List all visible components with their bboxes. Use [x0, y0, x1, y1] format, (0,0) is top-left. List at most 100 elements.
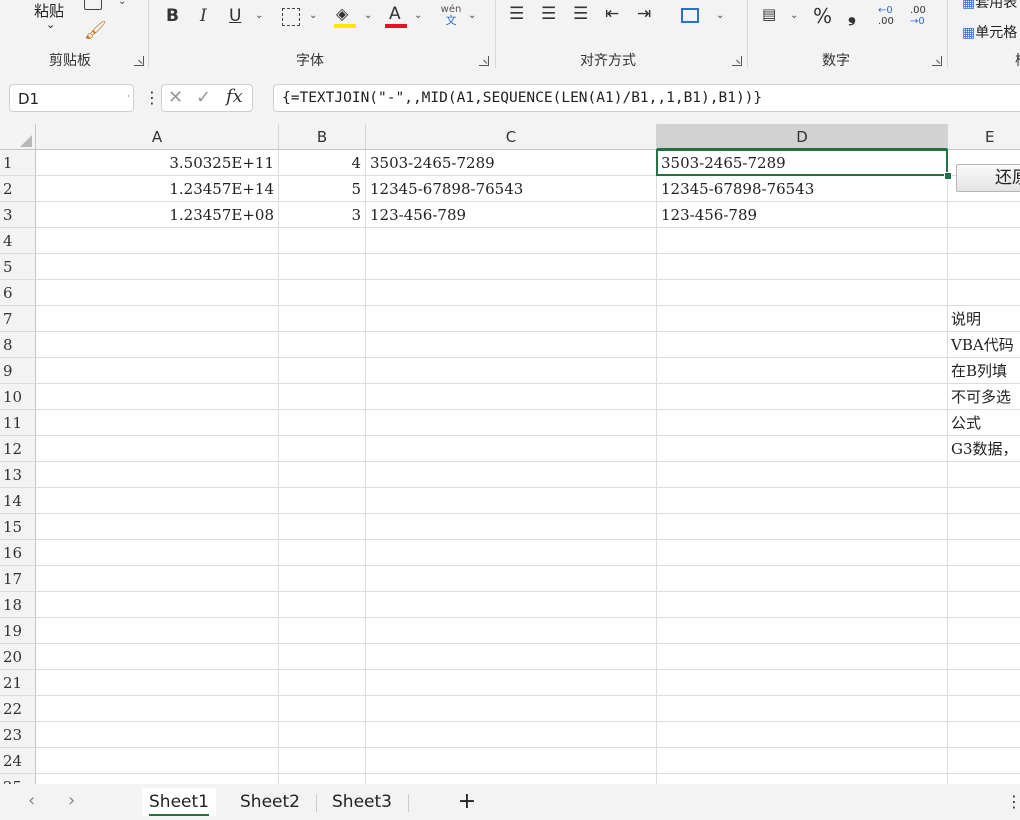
column-header-e[interactable]: E [948, 124, 1020, 150]
cell-b25[interactable] [279, 774, 366, 784]
cell-b23[interactable] [279, 722, 366, 748]
align-center-icon[interactable]: ☰ [541, 4, 556, 24]
name-box-dropdown-icon[interactable]: · [127, 92, 130, 102]
cell-d3[interactable]: 123-456-789 [657, 202, 948, 228]
cell-d12[interactable] [657, 436, 948, 462]
cell-styles-button[interactable]: ▦单元格 [962, 22, 1017, 42]
italic-button[interactable]: I [200, 6, 207, 26]
cell-e10[interactable]: 不可多选 [948, 384, 1020, 410]
currency-dropdown-icon[interactable]: ⌄ [790, 10, 798, 21]
cell-e17[interactable] [948, 566, 1020, 592]
cell-b16[interactable] [279, 540, 366, 566]
cell-b2[interactable]: 5 [279, 176, 366, 202]
cell-d7[interactable] [657, 306, 948, 332]
cancel-icon[interactable]: ✕ [168, 87, 183, 108]
percent-button[interactable]: % [813, 4, 832, 28]
tab-scroll-left-icon[interactable]: ‹ [28, 790, 35, 811]
cell-c8[interactable] [366, 332, 657, 358]
cell-a8[interactable] [36, 332, 279, 358]
cell-b3[interactable]: 3 [279, 202, 366, 228]
row-header-5[interactable]: 5 [0, 254, 36, 280]
cell-e25[interactable] [948, 774, 1020, 784]
row-header-10[interactable]: 10 [0, 384, 36, 410]
row-header-19[interactable]: 19 [0, 618, 36, 644]
cell-c15[interactable] [366, 514, 657, 540]
cell-e4[interactable] [948, 228, 1020, 254]
cell-c2[interactable]: 12345-67898-76543 [366, 176, 657, 202]
cell-b11[interactable] [279, 410, 366, 436]
cell-a10[interactable] [36, 384, 279, 410]
add-sheet-button[interactable]: + [450, 788, 484, 816]
align-right-icon[interactable]: ☰ [573, 4, 588, 24]
cell-c7[interactable] [366, 306, 657, 332]
phonetic-dropdown-icon[interactable]: ⌄ [468, 10, 476, 21]
cell-a23[interactable] [36, 722, 279, 748]
row-header-13[interactable]: 13 [0, 462, 36, 488]
font-color-dropdown-icon[interactable]: ⌄ [414, 10, 422, 21]
row-header-3[interactable]: 3 [0, 202, 36, 228]
cell-c1[interactable]: 3503-2465-7289 [366, 150, 657, 176]
cell-e15[interactable] [948, 514, 1020, 540]
cell-e5[interactable] [948, 254, 1020, 280]
cell-c9[interactable] [366, 358, 657, 384]
fill-handle[interactable] [944, 172, 952, 180]
cell-e21[interactable] [948, 670, 1020, 696]
cell-a14[interactable] [36, 488, 279, 514]
cell-c20[interactable] [366, 644, 657, 670]
cell-d21[interactable] [657, 670, 948, 696]
cell-b15[interactable] [279, 514, 366, 540]
underline-dropdown-icon[interactable]: ⌄ [255, 10, 263, 21]
row-header-6[interactable]: 6 [0, 280, 36, 306]
tab-scroll-right-icon[interactable]: › [68, 790, 75, 811]
row-header-15[interactable]: 15 [0, 514, 36, 540]
currency-format-icon[interactable]: ▤ [762, 5, 776, 23]
cell-b8[interactable] [279, 332, 366, 358]
cell-c18[interactable] [366, 592, 657, 618]
cell-b24[interactable] [279, 748, 366, 774]
row-header-8[interactable]: 8 [0, 332, 36, 358]
row-header-11[interactable]: 11 [0, 410, 36, 436]
cell-d4[interactable] [657, 228, 948, 254]
cell-e7[interactable]: 说明 [948, 306, 1020, 332]
cell-c22[interactable] [366, 696, 657, 722]
cell-d15[interactable] [657, 514, 948, 540]
row-header-22[interactable]: 22 [0, 696, 36, 722]
cell-c5[interactable] [366, 254, 657, 280]
copy-icon[interactable] [84, 0, 102, 10]
cell-d11[interactable] [657, 410, 948, 436]
cell-d8[interactable] [657, 332, 948, 358]
cell-b9[interactable] [279, 358, 366, 384]
tab-sheet1[interactable]: Sheet1 [142, 788, 216, 816]
row-header-21[interactable]: 21 [0, 670, 36, 696]
phonetic-guide-icon[interactable]: wén 文 [440, 4, 462, 26]
cell-b4[interactable] [279, 228, 366, 254]
cell-a6[interactable] [36, 280, 279, 306]
cell-c12[interactable] [366, 436, 657, 462]
cell-a2[interactable]: 1.23457E+14 [36, 176, 279, 202]
paste-button[interactable]: 粘贴 ⌄ [28, 0, 72, 36]
cell-b19[interactable] [279, 618, 366, 644]
cell-a21[interactable] [36, 670, 279, 696]
merge-dropdown-icon[interactable]: ⌄ [716, 10, 724, 21]
cell-a5[interactable] [36, 254, 279, 280]
row-header-12[interactable]: 12 [0, 436, 36, 462]
fill-color-dropdown-icon[interactable]: ⌄ [364, 10, 372, 21]
row-header-16[interactable]: 16 [0, 540, 36, 566]
column-header-b[interactable]: B [279, 124, 366, 150]
cell-a1[interactable]: 3.50325E+11 [36, 150, 279, 176]
cell-d17[interactable] [657, 566, 948, 592]
cell-c21[interactable] [366, 670, 657, 696]
alignment-launcher-icon[interactable] [732, 56, 742, 66]
cell-a24[interactable] [36, 748, 279, 774]
cell-a20[interactable] [36, 644, 279, 670]
cell-d20[interactable] [657, 644, 948, 670]
cell-c10[interactable] [366, 384, 657, 410]
cell-e14[interactable] [948, 488, 1020, 514]
insert-function-icon[interactable]: fx [226, 86, 243, 107]
cell-b21[interactable] [279, 670, 366, 696]
align-left-icon[interactable]: ☰ [509, 4, 524, 24]
cell-b1[interactable]: 4 [279, 150, 366, 176]
cell-a19[interactable] [36, 618, 279, 644]
cell-d13[interactable] [657, 462, 948, 488]
format-as-table-button[interactable]: ▦套用表 [962, 0, 1017, 12]
